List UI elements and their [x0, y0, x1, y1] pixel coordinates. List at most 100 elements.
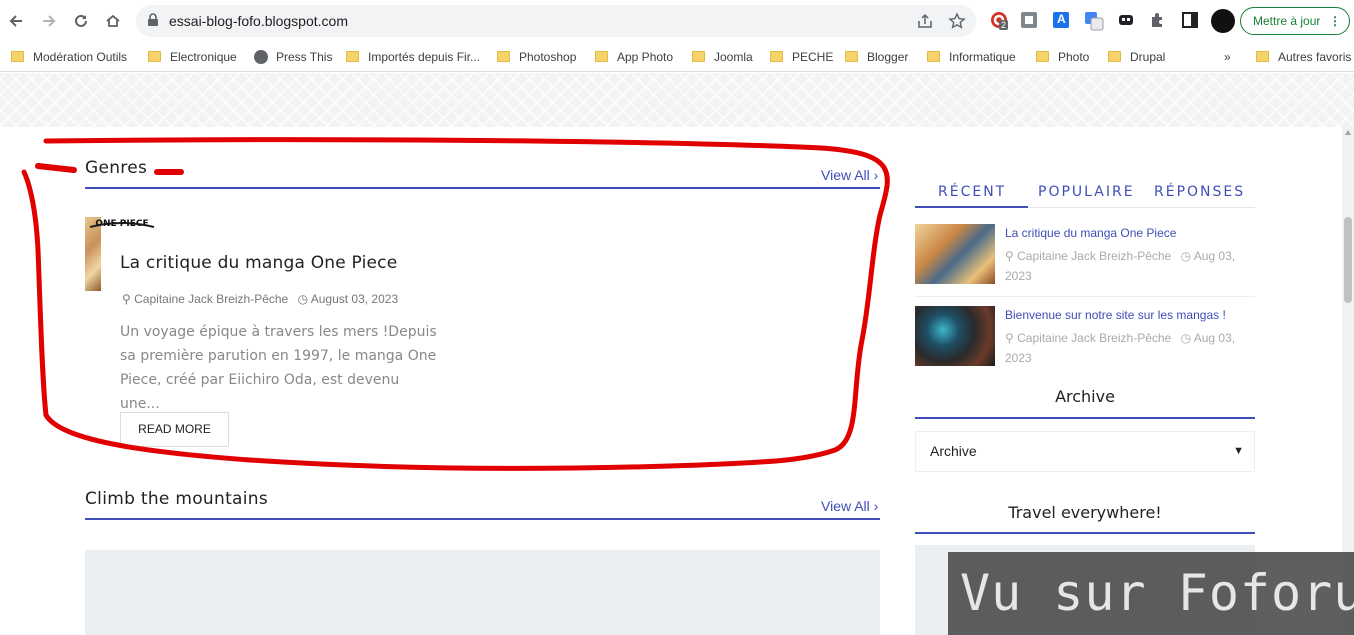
globe-icon: [254, 50, 268, 64]
sidebar-post-title[interactable]: Bienvenue sur notre site sur les mangas …: [1005, 308, 1226, 322]
other-bookmarks[interactable]: Autres favoris: [1256, 47, 1351, 67]
sidebar-post-thumbnail[interactable]: [915, 306, 995, 366]
sidebar-divider: [915, 296, 1255, 297]
bookmark-item[interactable]: Joomla: [692, 47, 753, 67]
bookmark-item[interactable]: Informatique: [927, 47, 1016, 67]
translate-icon[interactable]: [1084, 11, 1104, 31]
view-all-label: View All: [821, 167, 870, 183]
scroll-up-arrow-icon[interactable]: [1345, 130, 1351, 135]
bookmark-item[interactable]: Electronique: [148, 47, 237, 67]
bookmark-label: Importés depuis Fir...: [368, 50, 481, 64]
post-title[interactable]: La critique du manga One Piece: [120, 253, 397, 273]
bookmark-label: Blogger: [867, 50, 909, 64]
travel-widget-title: Travel everywhere!: [1008, 503, 1162, 522]
sidebar-post-author[interactable]: Capitaine Jack Breizh-Pêche: [1017, 249, 1171, 263]
bookmark-item[interactable]: Press This: [254, 47, 332, 67]
update-label: Mettre à jour: [1253, 14, 1321, 28]
bookmark-item[interactable]: PECHE: [770, 47, 833, 67]
bookmark-label: Autres favoris: [1278, 50, 1352, 64]
bookmark-star-icon[interactable]: [948, 12, 966, 30]
folder-icon: [770, 51, 783, 62]
sidebar-post-title[interactable]: La critique du manga One Piece: [1005, 226, 1176, 240]
clock-icon: ◷: [297, 292, 309, 306]
extension-icon[interactable]: [1020, 11, 1040, 31]
one-piece-logo: ONE PIECE: [89, 219, 155, 229]
bookmark-item[interactable]: Modération Outils: [11, 47, 127, 67]
widget-rule: [915, 532, 1255, 534]
folder-icon: [1036, 51, 1049, 62]
browser-toolbar: essai-blog-fofo.blogspot.com 2 A Mettre …: [0, 0, 1354, 42]
back-icon[interactable]: [3, 8, 29, 34]
tab-popular[interactable]: POPULAIRE: [1038, 184, 1135, 200]
share-icon[interactable]: [916, 12, 934, 30]
forward-icon[interactable]: [36, 8, 62, 34]
bookmark-label: App Photo: [617, 50, 674, 64]
bookmark-item[interactable]: Photo: [1036, 47, 1089, 67]
read-more-button[interactable]: READ MORE: [120, 412, 229, 447]
view-all-genres-link[interactable]: View All ›: [821, 167, 878, 183]
tab-rule: [1028, 207, 1255, 208]
update-button[interactable]: Mettre à jour ⋮: [1240, 7, 1350, 35]
bookmark-label: Joomla: [714, 50, 753, 64]
extension-a-icon[interactable]: A: [1052, 11, 1072, 31]
bookmark-item[interactable]: Photoshop: [497, 47, 576, 67]
adblock-extension-icon[interactable]: 2: [990, 11, 1010, 31]
scrollbar-thumb[interactable]: [1344, 217, 1352, 303]
archive-select[interactable]: Archive ▼: [915, 431, 1255, 472]
post-date: August 03, 2023: [310, 292, 399, 306]
active-tab-indicator: [915, 206, 1028, 208]
bookmark-item[interactable]: Blogger: [845, 47, 908, 67]
tab-recent[interactable]: RÉCENT: [938, 184, 1006, 200]
chevron-down-icon: ▼: [1233, 445, 1244, 457]
reload-icon[interactable]: [68, 8, 94, 34]
bookmark-label: PECHE: [792, 50, 834, 64]
extension-badge: 2: [999, 20, 1009, 30]
sidebar-post-meta: ⚲ Capitaine Jack Breizh-Pêche ◷ Aug 03, …: [1005, 328, 1255, 368]
folder-icon: [692, 51, 705, 62]
extension-mask-icon[interactable]: [1117, 11, 1137, 31]
folder-icon: [1256, 51, 1269, 62]
watermark-text: Vu sur Foforum: [960, 564, 1354, 622]
bookmark-item[interactable]: App Photo: [595, 47, 673, 67]
home-icon[interactable]: [100, 8, 126, 34]
post-meta: ⚲ Capitaine Jack Breizh-Pêche ◷ August 0…: [122, 292, 398, 306]
bookmark-label: Photoshop: [519, 50, 577, 64]
post-author[interactable]: Capitaine Jack Breizh-Pêche: [134, 292, 288, 306]
bookmark-label: Drupal: [1130, 50, 1166, 64]
lock-icon: [147, 13, 159, 32]
folder-icon: [845, 51, 858, 62]
section-rule: [85, 518, 880, 520]
bookmarks-more-button[interactable]: »: [1218, 47, 1231, 67]
section-title-climb: Climb the mountains: [85, 489, 269, 509]
bookmark-item[interactable]: Drupal: [1108, 47, 1165, 67]
extension-a-label: A: [1057, 12, 1066, 26]
sidebar-post-author[interactable]: Capitaine Jack Breizh-Pêche: [1017, 331, 1171, 345]
folder-icon: [346, 51, 359, 62]
bookmark-label: Electronique: [170, 50, 237, 64]
view-all-climb-link[interactable]: View All ›: [821, 498, 878, 514]
chevron-right-icon: ›: [873, 498, 879, 514]
watermark: Vu sur Foforum: [948, 552, 1354, 635]
user-icon: ⚲: [1005, 331, 1014, 345]
user-icon: ⚲: [1005, 249, 1014, 263]
user-icon: ⚲: [122, 292, 131, 306]
folder-icon: [148, 51, 161, 62]
widget-rule: [915, 417, 1255, 419]
clock-icon: ◷: [1180, 249, 1192, 263]
post-excerpt: Un voyage épique à travers les mers !Dep…: [120, 324, 437, 412]
bookmark-label: Photo: [1058, 50, 1090, 64]
bookmark-item[interactable]: Importés depuis Fir...: [346, 47, 480, 67]
chevron-right-icon: ›: [873, 167, 879, 183]
side-panel-icon[interactable]: [1181, 11, 1201, 31]
tab-comments[interactable]: RÉPONSES: [1154, 184, 1245, 200]
profile-avatar[interactable]: [1211, 9, 1235, 33]
bookmark-label: Press This: [276, 50, 333, 64]
extensions-puzzle-icon[interactable]: [1149, 11, 1169, 31]
archive-select-value: Archive: [930, 443, 977, 459]
archive-widget-title: Archive: [1055, 387, 1115, 406]
bookmark-label: Informatique: [949, 50, 1016, 64]
menu-dots-icon[interactable]: ⋮: [1329, 8, 1341, 34]
address-bar[interactable]: essai-blog-fofo.blogspot.com: [136, 5, 976, 37]
url-text: essai-blog-fofo.blogspot.com: [169, 13, 348, 29]
sidebar-post-thumbnail[interactable]: [915, 224, 995, 284]
